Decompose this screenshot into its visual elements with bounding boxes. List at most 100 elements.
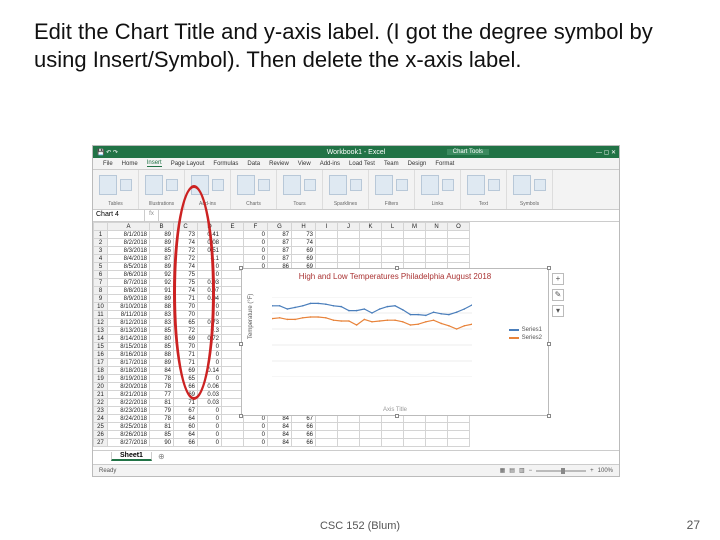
slide-number: 27 bbox=[687, 518, 700, 532]
chart-title[interactable]: High and Low Temperatures Philadelphia A… bbox=[242, 269, 548, 284]
column-header[interactable]: O bbox=[448, 223, 470, 231]
chart-y-axis-label[interactable]: Temperature (°F) bbox=[248, 294, 254, 339]
ribbon-tab-team[interactable]: Team bbox=[384, 161, 399, 167]
column-header[interactable]: M bbox=[404, 223, 426, 231]
table-row[interactable]: 28/2/201889740.0808774 bbox=[94, 239, 470, 247]
window-controls[interactable]: — ▢ ✕ bbox=[596, 149, 616, 156]
sheet-tab[interactable]: Sheet1 bbox=[111, 452, 152, 461]
legend-item[interactable]: Series1 bbox=[509, 327, 542, 333]
chart-side-buttons: + ✎ ▾ bbox=[552, 273, 564, 317]
ribbon-icon[interactable] bbox=[99, 175, 117, 195]
formula-bar[interactable] bbox=[159, 210, 619, 221]
column-header[interactable]: F bbox=[244, 223, 268, 231]
ribbon-icon[interactable] bbox=[283, 175, 301, 195]
resize-handle[interactable] bbox=[395, 414, 399, 418]
ribbon-icon[interactable] bbox=[329, 175, 347, 195]
ribbon-tab-home[interactable]: Home bbox=[122, 161, 138, 167]
ribbon-icon[interactable] bbox=[467, 175, 485, 195]
column-header[interactable]: B bbox=[150, 223, 174, 231]
ribbon-icon[interactable] bbox=[534, 179, 546, 191]
table-row[interactable]: 268/26/20188564008466 bbox=[94, 431, 470, 439]
resize-handle[interactable] bbox=[395, 266, 399, 270]
column-header[interactable]: H bbox=[292, 223, 316, 231]
column-header[interactable]: A bbox=[108, 223, 150, 231]
status-bar: Ready ▦ ▤ ▥ −+ 100% bbox=[93, 464, 619, 476]
chart-x-axis-label[interactable]: Axis Title bbox=[242, 407, 548, 413]
column-header[interactable]: N bbox=[426, 223, 448, 231]
ribbon-group-text: Text bbox=[461, 170, 507, 209]
resize-handle[interactable] bbox=[547, 266, 551, 270]
workbook-name: Workbook1 - Excel bbox=[327, 149, 386, 156]
chart-filters-button[interactable]: ▾ bbox=[552, 305, 564, 317]
ribbon-tab-page-layout[interactable]: Page Layout bbox=[171, 161, 205, 167]
ribbon-icon[interactable] bbox=[375, 175, 393, 195]
column-header[interactable]: G bbox=[268, 223, 292, 231]
ribbon-tab-design[interactable]: Design bbox=[408, 161, 427, 167]
ribbon-tab-review[interactable]: Review bbox=[269, 161, 289, 167]
ribbon-icon[interactable] bbox=[304, 179, 316, 191]
formula-bar-row: Chart 4 fx bbox=[93, 210, 619, 222]
ribbon-group-tables: Tables bbox=[93, 170, 139, 209]
table-row[interactable]: 48/4/201887724.108769 bbox=[94, 255, 470, 263]
view-normal-icon[interactable]: ▦ bbox=[500, 467, 506, 474]
table-row[interactable]: 38/3/201885720.5108769 bbox=[94, 247, 470, 255]
chart-legend[interactable]: Series1 Series2 bbox=[509, 325, 542, 343]
ribbon-icon[interactable] bbox=[166, 179, 178, 191]
chart-elements-button[interactable]: + bbox=[552, 273, 564, 285]
ribbon-icon[interactable] bbox=[145, 175, 163, 195]
resize-handle[interactable] bbox=[239, 414, 243, 418]
ribbon-icon[interactable] bbox=[421, 175, 439, 195]
ribbon-icon[interactable] bbox=[396, 179, 408, 191]
ribbon-group-links: Links bbox=[415, 170, 461, 209]
annotation-oval bbox=[173, 185, 215, 400]
ribbon-icon[interactable] bbox=[120, 179, 132, 191]
column-header[interactable]: E bbox=[222, 223, 244, 231]
resize-handle[interactable] bbox=[547, 342, 551, 346]
ribbon-tab-insert[interactable]: Insert bbox=[147, 160, 162, 167]
view-layout-icon[interactable]: ▤ bbox=[509, 467, 515, 474]
chart-styles-button[interactable]: ✎ bbox=[552, 289, 564, 301]
ribbon-tab-file[interactable]: File bbox=[103, 161, 113, 167]
ribbon-group-filters: Filters bbox=[369, 170, 415, 209]
column-header[interactable]: J bbox=[338, 223, 360, 231]
ribbon: TablesIllustrationsAdd-insChartsToursSpa… bbox=[93, 170, 619, 210]
ribbon-icon[interactable] bbox=[442, 179, 454, 191]
ribbon-group-sparklines: Sparklines bbox=[323, 170, 369, 209]
sheet-tabs: Sheet1 ⊕ bbox=[93, 450, 619, 462]
ribbon-icon[interactable] bbox=[488, 179, 500, 191]
ribbon-tab-add-ins[interactable]: Add-ins bbox=[320, 161, 340, 167]
resize-handle[interactable] bbox=[239, 266, 243, 270]
ribbon-icon[interactable] bbox=[513, 175, 531, 195]
name-box[interactable]: Chart 4 bbox=[93, 210, 145, 221]
ribbon-icon[interactable] bbox=[258, 179, 270, 191]
add-sheet-button[interactable]: ⊕ bbox=[152, 452, 171, 461]
ribbon-icon[interactable] bbox=[237, 175, 255, 195]
ribbon-tabs: File Home Insert Page Layout Formulas Data Rev… bbox=[93, 158, 619, 170]
ribbon-tab-load-test[interactable]: Load Test bbox=[349, 161, 375, 167]
table-row[interactable]: 18/1/201889730.4108773 bbox=[94, 231, 470, 239]
qat[interactable]: 💾 ↶ ↷ bbox=[97, 149, 118, 156]
table-row[interactable]: 258/25/20188160008466 bbox=[94, 423, 470, 431]
ribbon-tab-data[interactable]: Data bbox=[247, 161, 260, 167]
ribbon-tab-format[interactable]: Format bbox=[435, 161, 454, 167]
zoom-value[interactable]: 100% bbox=[598, 468, 613, 474]
status-text: Ready bbox=[99, 468, 116, 474]
column-header[interactable]: I bbox=[316, 223, 338, 231]
worksheet-area[interactable]: ABCDEFGHIJKLMNO 18/1/201889730.410877328… bbox=[93, 222, 619, 464]
column-header[interactable]: L bbox=[382, 223, 404, 231]
ribbon-tab-view[interactable]: View bbox=[298, 161, 311, 167]
view-break-icon[interactable]: ▥ bbox=[519, 467, 525, 474]
ribbon-icon[interactable] bbox=[212, 179, 224, 191]
embedded-chart[interactable]: High and Low Temperatures Philadelphia A… bbox=[241, 268, 549, 416]
table-row[interactable]: 278/27/20189066008466 bbox=[94, 439, 470, 447]
ribbon-tab-formulas[interactable]: Formulas bbox=[213, 161, 238, 167]
titlebar: 💾 ↶ ↷ Workbook1 - Excel Chart Tools — ▢ … bbox=[93, 146, 619, 158]
resize-handle[interactable] bbox=[239, 342, 243, 346]
ribbon-icon[interactable] bbox=[350, 179, 362, 191]
resize-handle[interactable] bbox=[547, 414, 551, 418]
legend-item[interactable]: Series2 bbox=[509, 335, 542, 341]
zoom-control[interactable]: ▦ ▤ ▥ −+ 100% bbox=[500, 467, 613, 474]
column-header[interactable]: K bbox=[360, 223, 382, 231]
ribbon-group-tours: Tours bbox=[277, 170, 323, 209]
chart-plot-area[interactable] bbox=[272, 297, 472, 377]
